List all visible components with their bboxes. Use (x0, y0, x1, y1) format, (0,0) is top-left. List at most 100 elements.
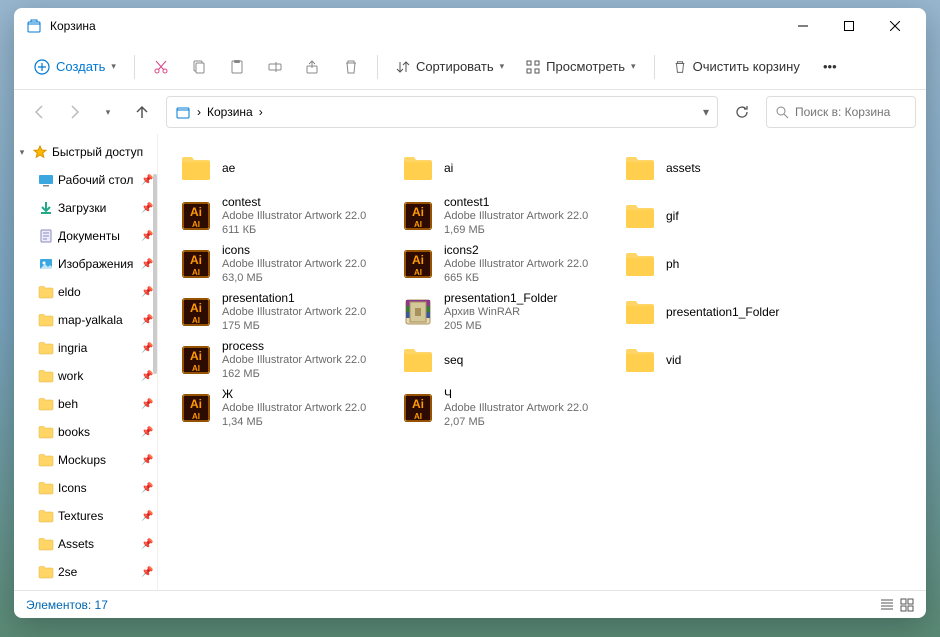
sidebar-quick-access[interactable]: ▾ Быстрый доступ (14, 138, 157, 166)
search-input[interactable] (795, 105, 907, 119)
file-size: 2,07 МБ (444, 416, 608, 430)
sidebar-item[interactable]: Рабочий стол 📌 (14, 166, 157, 194)
file-size: 1,34 МБ (222, 416, 386, 430)
file-item[interactable]: assets (618, 144, 834, 192)
file-item[interactable]: presentation1_Folder (618, 288, 834, 336)
copy-button[interactable] (181, 50, 217, 84)
file-name: Ж (222, 387, 386, 402)
view-button[interactable]: Просмотреть ▾ (516, 50, 645, 84)
sidebar-item-label: beh (58, 397, 137, 411)
search-box[interactable] (766, 96, 916, 128)
sidebar-item[interactable]: map-yalkala 📌 (14, 306, 157, 334)
ai-icon: AiAI (178, 390, 214, 426)
close-button[interactable] (872, 10, 918, 42)
rename-icon (267, 59, 283, 75)
sidebar-item[interactable]: Изображения 📌 (14, 250, 157, 278)
svg-text:AI: AI (192, 220, 200, 229)
thumbnails-view-button[interactable] (900, 598, 914, 612)
sidebar-item[interactable]: Icons 📌 (14, 474, 157, 502)
ai-icon: AiAI (178, 294, 214, 330)
ai-icon: AiAI (178, 246, 214, 282)
folder-icon (38, 312, 54, 328)
file-item[interactable]: AiAIicons2Adobe Illustrator Artwork 22.0… (396, 240, 612, 288)
cut-button[interactable] (143, 50, 179, 84)
file-item[interactable]: AiAIiconsAdobe Illustrator Artwork 22.06… (174, 240, 390, 288)
file-item[interactable]: vid (618, 336, 834, 384)
folder-icon (38, 480, 54, 496)
empty-recycle-button[interactable]: Очистить корзину (663, 50, 810, 84)
file-item[interactable]: ae (174, 144, 390, 192)
sidebar-item-label: Textures (58, 509, 137, 523)
paste-button[interactable] (219, 50, 255, 84)
recycle-bin-icon (26, 18, 42, 34)
maximize-button[interactable] (826, 10, 872, 42)
sidebar-item[interactable]: Mockups 📌 (14, 446, 157, 474)
sidebar-item[interactable]: eldo 📌 (14, 278, 157, 306)
file-item[interactable]: AiAIcontest1Adobe Illustrator Artwork 22… (396, 192, 612, 240)
file-item[interactable]: presentation1_FolderАрхив WinRAR205 МБ (396, 288, 612, 336)
ai-icon: AiAI (178, 198, 214, 234)
sidebar-item[interactable]: beh 📌 (14, 390, 157, 418)
share-button[interactable] (295, 50, 331, 84)
ai-icon: AiAI (400, 246, 436, 282)
file-item[interactable]: AiAIpresentation1Adobe Illustrator Artwo… (174, 288, 390, 336)
ai-icon: AiAI (400, 390, 436, 426)
window-title: Корзина (50, 19, 780, 33)
rar-icon (400, 294, 436, 330)
documents-icon (38, 228, 54, 244)
sidebar-item[interactable]: books 📌 (14, 418, 157, 446)
up-button[interactable] (126, 96, 158, 128)
file-item[interactable]: AiAIprocessAdobe Illustrator Artwork 22.… (174, 336, 390, 384)
forward-button[interactable] (58, 96, 90, 128)
address-history-button[interactable]: ▾ (703, 105, 709, 119)
desktop-icon (38, 172, 54, 188)
sidebar-item[interactable]: ingria 📌 (14, 334, 157, 362)
pin-icon: 📌 (141, 343, 153, 354)
file-item[interactable]: gif (618, 192, 834, 240)
file-item[interactable]: ph (618, 240, 834, 288)
more-button[interactable]: ••• (812, 50, 848, 84)
file-item[interactable]: AiAIcontestAdobe Illustrator Artwork 22.… (174, 192, 390, 240)
file-size: 665 КБ (444, 272, 608, 286)
svg-text:Ai: Ai (412, 253, 424, 267)
sidebar-item[interactable]: work 📌 (14, 362, 157, 390)
refresh-button[interactable] (726, 96, 758, 128)
file-item[interactable]: ai (396, 144, 612, 192)
folder-icon (622, 150, 658, 186)
folder-icon (38, 284, 54, 300)
folder-icon (622, 198, 658, 234)
file-name: process (222, 339, 386, 354)
sort-button[interactable]: Сортировать ▾ (386, 50, 514, 84)
new-button[interactable]: Создать ▾ (24, 50, 126, 84)
sidebar-item[interactable]: Textures 📌 (14, 502, 157, 530)
sidebar-item[interactable]: 2se 📌 (14, 558, 157, 586)
folder-icon (38, 536, 54, 552)
file-item[interactable]: AiAIЧAdobe Illustrator Artwork 22.02,07 … (396, 384, 612, 432)
address-bar[interactable]: › Корзина › ▾ (166, 96, 718, 128)
file-item[interactable]: seq (396, 336, 612, 384)
breadcrumb-separator: › (197, 105, 201, 119)
separator (654, 55, 655, 79)
file-type: Архив WinRAR (444, 306, 608, 320)
rename-button[interactable] (257, 50, 293, 84)
pin-icon: 📌 (141, 371, 153, 382)
breadcrumb-item[interactable]: Корзина (207, 105, 253, 119)
sidebar-item[interactable]: Assets 📌 (14, 530, 157, 558)
file-item[interactable]: AiAIЖAdobe Illustrator Artwork 22.01,34 … (174, 384, 390, 432)
sidebar-item[interactable]: Документы 📌 (14, 222, 157, 250)
quick-access-label: Быстрый доступ (52, 145, 153, 159)
sidebar: ▾ Быстрый доступ Рабочий стол 📌 Загрузки… (14, 134, 158, 590)
file-name: ai (444, 161, 608, 176)
sidebar-item[interactable]: Загрузки 📌 (14, 194, 157, 222)
delete-button[interactable] (333, 50, 369, 84)
pin-icon: 📌 (141, 511, 153, 522)
minimize-button[interactable] (780, 10, 826, 42)
pin-icon: 📌 (141, 203, 153, 214)
folder-icon (38, 396, 54, 412)
back-button[interactable] (24, 96, 56, 128)
ellipsis-icon: ••• (823, 59, 837, 74)
recent-locations-button[interactable]: ▾ (92, 96, 124, 128)
sidebar-scrollbar[interactable] (153, 174, 157, 374)
file-size: 63,0 МБ (222, 272, 386, 286)
details-view-button[interactable] (880, 598, 894, 612)
